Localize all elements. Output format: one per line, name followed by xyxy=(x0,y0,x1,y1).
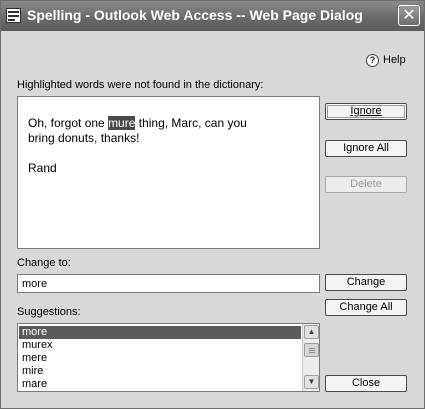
ignore-button[interactable]: Ignore xyxy=(325,103,407,120)
change-to-label: Change to: xyxy=(17,257,71,269)
highlighted-word: mure xyxy=(108,116,136,130)
close-icon[interactable]: ✕ xyxy=(398,5,420,26)
close-button[interactable]: Close xyxy=(325,375,407,392)
ignore-all-button[interactable]: Ignore All xyxy=(325,140,407,157)
suggestion-item[interactable]: mare xyxy=(19,378,301,391)
change-all-button[interactable]: Change All xyxy=(325,299,407,316)
scroll-up-icon[interactable]: ▲ xyxy=(304,325,319,339)
change-button[interactable]: Change xyxy=(325,274,407,291)
not-found-notice: Highlighted words were not found in the … xyxy=(17,79,264,91)
message-line-1-after: thing, Marc, can you xyxy=(135,116,247,130)
scroll-thumb[interactable] xyxy=(304,343,319,357)
title-bar[interactable]: Spelling - Outlook Web Access -- Web Pag… xyxy=(1,1,424,31)
grip-line xyxy=(309,352,315,353)
help-label: Help xyxy=(383,54,406,66)
message-line-2: bring donuts, thanks! xyxy=(28,131,140,145)
suggestion-item[interactable]: more xyxy=(19,326,301,339)
close-button-label: Close xyxy=(351,377,381,389)
message-line-1-before: Oh, forgot one xyxy=(28,116,109,130)
change-button-label: Change xyxy=(346,276,386,288)
suggestion-item[interactable]: mere xyxy=(19,352,301,365)
app-icon xyxy=(6,8,21,23)
message-text-area[interactable]: Oh, forgot one mure thing, Marc, can you… xyxy=(17,96,320,249)
suggestions-scrollbar[interactable]: ▲ ▼ xyxy=(302,324,319,391)
grip-line xyxy=(309,350,315,351)
suggestions-list[interactable]: more murex mere mire mare ▲ ▼ xyxy=(17,323,320,392)
suggestion-item[interactable]: murex xyxy=(19,339,301,352)
suggestion-item[interactable]: mire xyxy=(19,365,301,378)
ignore-button-label: Ignore xyxy=(350,105,382,117)
spelling-dialog: Spelling - Outlook Web Access -- Web Pag… xyxy=(0,0,425,409)
suggestions-label: Suggestions: xyxy=(17,306,81,318)
message-line-3: Rand xyxy=(28,161,57,175)
delete-button[interactable]: Delete xyxy=(325,176,407,193)
window-title: Spelling - Outlook Web Access -- Web Pag… xyxy=(27,7,363,23)
help-icon: ? xyxy=(366,53,379,67)
grip-line xyxy=(309,348,315,349)
change-to-input[interactable] xyxy=(17,274,320,293)
message-line-1: Oh, forgot one mure thing, Marc, can you xyxy=(28,116,309,131)
ignore-all-button-label: Ignore All xyxy=(343,142,389,154)
delete-button-label: Delete xyxy=(350,178,382,190)
help-link[interactable]: ? Help xyxy=(366,52,406,68)
scroll-down-icon[interactable]: ▼ xyxy=(304,375,319,389)
change-all-button-label: Change All xyxy=(339,301,393,313)
